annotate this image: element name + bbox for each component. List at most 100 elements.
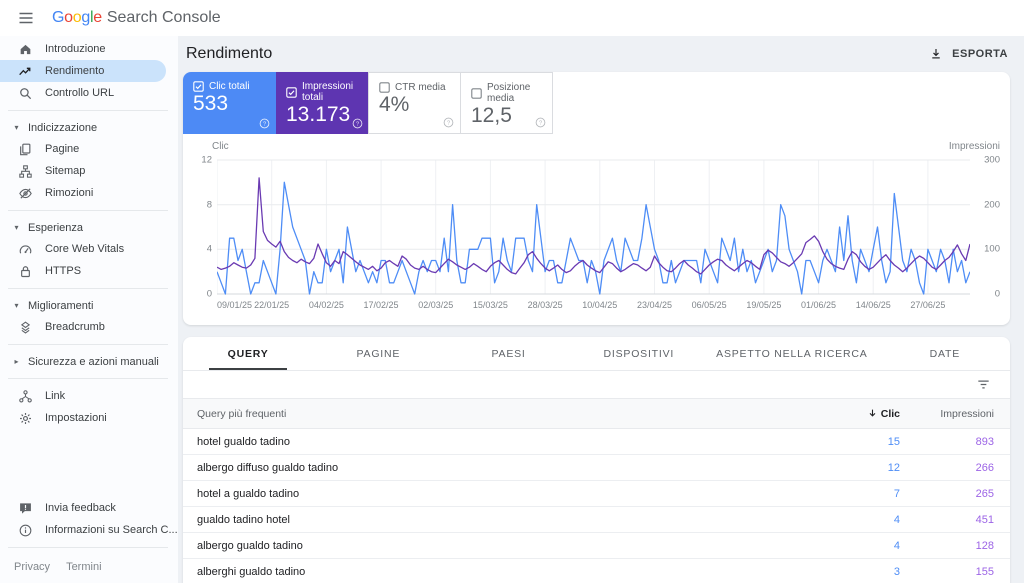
sidebar-divider xyxy=(8,288,168,289)
tab-pagine[interactable]: PAGINE xyxy=(313,337,443,370)
sidebar-item-label: Introduzione xyxy=(45,43,106,55)
table-row[interactable]: albergo gualdo tadino 4 128 xyxy=(183,533,1010,559)
table-row[interactable]: hotel a gualdo tadino 7 265 xyxy=(183,481,1010,507)
metric-label: Clic totali xyxy=(209,81,250,92)
query-cell: hotel a gualdo tadino xyxy=(197,487,300,500)
x-tick-label: 02/03/25 xyxy=(418,300,454,310)
metric-label-row: Impressioni totali xyxy=(286,81,369,103)
speedometer-icon xyxy=(18,242,33,257)
dimension-tabs: QUERY PAGINE PAESI DISPOSITIVI ASPETTO NELLA… xyxy=(183,337,1010,371)
brand-letter: e xyxy=(93,9,102,26)
sidebar-footer: Invia feedback Informazioni su Search C..… xyxy=(0,497,178,583)
table-row[interactable]: hotel gualdo tadino 15 893 xyxy=(183,429,1010,455)
tab-dispositivi[interactable]: DISPOSITIVI xyxy=(574,337,704,370)
brand-letter: g xyxy=(81,9,90,26)
query-cell: gualdo tadino hotel xyxy=(197,513,290,526)
sidebar: Introduzione Rendimento Controllo URL ▾ Indi… xyxy=(0,36,178,583)
hamburger-menu-icon[interactable] xyxy=(17,9,35,27)
svg-text:?: ? xyxy=(539,121,543,127)
chart-canvas xyxy=(217,159,970,295)
sidebar-item-introduzione[interactable]: Introduzione xyxy=(0,38,166,60)
metric-label: Posizione media xyxy=(487,82,531,104)
clicks-cell: 4 xyxy=(893,539,900,552)
chart-row: 12 8 4 0 09/01/25 22/01/25 04/02/25 17/02/25 02… xyxy=(191,154,1002,312)
lock-icon xyxy=(18,264,33,279)
sort-arrow-down-icon xyxy=(867,408,878,419)
y-left-tick: 12 xyxy=(201,154,212,166)
google-search-console-logo[interactable]: Google Search Console xyxy=(52,9,221,27)
sidebar-item-rimozioni[interactable]: Rimozioni xyxy=(0,182,166,204)
tab-query[interactable]: QUERY xyxy=(183,337,313,370)
chevron-down-icon: ▾ xyxy=(14,301,19,310)
sidebar-item-impostazioni[interactable]: Impostazioni xyxy=(0,407,166,429)
table-row[interactable]: gualdo tadino hotel 4 451 xyxy=(183,507,1010,533)
eye-off-icon xyxy=(18,186,33,201)
sidebar-nav: Introduzione Rendimento Controllo URL ▾ Indi… xyxy=(0,38,178,429)
y-left-tick: 8 xyxy=(206,199,212,211)
sidebar-section-label: Esperienza xyxy=(28,221,84,234)
sidebar-item-invia-feedback[interactable]: Invia feedback xyxy=(0,497,166,519)
table-row[interactable]: alberghi gualdo tadino 3 155 xyxy=(183,559,1010,583)
column-header-clicks[interactable]: Clic xyxy=(780,408,900,420)
column-header-query[interactable]: Query più frequenti xyxy=(183,408,780,420)
tab-label: QUERY xyxy=(227,347,269,360)
sidebar-item-core-web-vitals[interactable]: Core Web Vitals xyxy=(0,238,166,260)
column-header-impressions[interactable]: Impressioni xyxy=(900,408,1010,420)
svg-text:?: ? xyxy=(356,122,360,128)
sitemap-icon xyxy=(18,164,33,179)
series-line-clic xyxy=(217,181,970,295)
chevron-right-icon: ▸ xyxy=(14,357,19,366)
privacy-link[interactable]: Privacy xyxy=(14,561,50,573)
sidebar-item-breadcrumb[interactable]: Breadcrumb xyxy=(0,316,166,338)
tab-paesi[interactable]: PAESI xyxy=(443,337,573,370)
tab-label: DISPOSITIVI xyxy=(603,347,675,360)
sidebar-section-indicizzazione[interactable]: ▾ Indicizzazione xyxy=(0,117,178,138)
product-name: Search Console xyxy=(106,9,221,26)
sidebar-item-pagine[interactable]: Pagine xyxy=(0,138,166,160)
sidebar-item-link[interactable]: Link xyxy=(0,385,166,407)
metric-card-posizione-media[interactable]: Posizione media 12,5? xyxy=(460,72,553,134)
sidebar-item-rendimento[interactable]: Rendimento xyxy=(0,60,166,82)
y-left-tick: 4 xyxy=(206,243,212,255)
app-frame: Introduzione Rendimento Controllo URL ▾ Indi… xyxy=(0,36,1024,583)
x-tick-label: 06/05/25 xyxy=(691,300,727,310)
sidebar-item-https[interactable]: HTTPS xyxy=(0,260,166,282)
sidebar-divider xyxy=(8,210,168,211)
termini-link[interactable]: Termini xyxy=(66,561,101,573)
x-tick-label: 04/02/25 xyxy=(308,300,344,310)
chevron-down-icon: ▾ xyxy=(14,123,19,132)
sidebar-section-miglioramenti[interactable]: ▾ Miglioramenti xyxy=(0,295,178,316)
info-icon xyxy=(18,523,33,538)
export-button-label: ESPORTA xyxy=(952,48,1008,60)
svg-text:?: ? xyxy=(263,122,267,128)
sidebar-item-label: Rendimento xyxy=(45,65,105,77)
sidebar-divider xyxy=(8,547,168,548)
x-tick-label: 09/01/25 xyxy=(217,300,253,310)
metric-card-impressioni-totali[interactable]: Impressioni totali 13.173? xyxy=(276,72,369,134)
metric-card-clic-totali[interactable]: Clic totali 533? xyxy=(183,72,276,134)
x-tick-label: 15/03/25 xyxy=(472,300,508,310)
filter-icon[interactable] xyxy=(976,377,991,392)
brand-letter: o xyxy=(64,9,73,26)
x-tick-label: 27/06/25 xyxy=(910,300,946,310)
sidebar-item-label: Informazioni su Search C... xyxy=(45,524,178,536)
sidebar-item-sitemap[interactable]: Sitemap xyxy=(0,160,166,182)
tab-date[interactable]: DATE xyxy=(880,337,1010,370)
tab-aspetto-nella-ricerca[interactable]: ASPETTO NELLA RICERCA xyxy=(704,337,880,370)
metric-card-ctr-media[interactable]: CTR media 4%? xyxy=(368,72,461,134)
sidebar-item-controllo-url[interactable]: Controllo URL xyxy=(0,82,166,104)
sidebar-item-label: Rimozioni xyxy=(45,187,94,199)
table-row[interactable]: albergo diffuso gualdo tadino 12 266 xyxy=(183,455,1010,481)
metric-value: 12,5 xyxy=(471,104,512,127)
pages-icon xyxy=(18,142,33,157)
y-axis-right: 300 200 100 0 xyxy=(970,154,1002,300)
sidebar-item-informazioni-su-search-c[interactable]: Informazioni su Search C... xyxy=(0,519,178,541)
tab-label: DATE xyxy=(929,347,961,360)
y-right-tick: 100 xyxy=(984,243,1000,255)
sidebar-section-sicurezza-e-azioni-manuali[interactable]: ▸ Sicurezza e azioni manuali xyxy=(0,351,178,372)
sidebar-section-esperienza[interactable]: ▾ Esperienza xyxy=(0,217,178,238)
export-button[interactable]: ESPORTA xyxy=(929,47,1008,61)
clicks-cell: 4 xyxy=(893,513,900,526)
table-body: hotel gualdo tadino 15 893 albergo diffuso … xyxy=(183,429,1010,583)
help-icon: ? xyxy=(259,118,270,129)
